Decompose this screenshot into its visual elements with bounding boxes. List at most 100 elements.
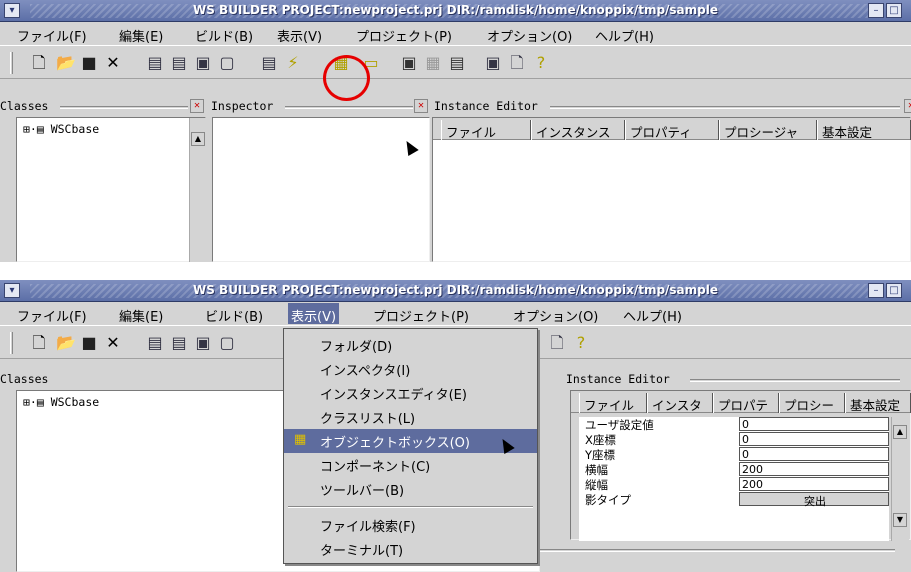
window-icon[interactable]: ▤ (146, 54, 164, 72)
property-row[interactable]: 横幅 200 (579, 462, 889, 477)
maximize-icon[interactable]: □ (886, 3, 902, 18)
instance-tabs: ファイル インスタンス プロパティ プロシージャ 基本設定 (433, 118, 911, 140)
property-value[interactable]: 200 (739, 462, 889, 476)
property-label: X座標 (585, 433, 616, 447)
build-icon[interactable]: ▤ (260, 54, 278, 72)
menu-edit[interactable]: 編集(E) (116, 26, 166, 45)
view-menu-item-class-list[interactable]: クラスリスト(L) (284, 405, 537, 429)
property-row[interactable]: X座標 0 (579, 432, 889, 447)
preview-icon[interactable]: 🗋 (508, 54, 526, 72)
property-value[interactable]: 200 (739, 477, 889, 491)
tab-property[interactable]: プロパティ (625, 120, 719, 140)
component-icon[interactable]: ▣ (400, 54, 418, 72)
save-icon[interactable]: ■ (80, 334, 98, 352)
help-icon[interactable]: ? (572, 334, 590, 352)
tab-basic-settings[interactable]: 基本設定 (845, 393, 911, 413)
new-file-icon[interactable]: 🗋 (30, 334, 48, 352)
close-icon[interactable]: ✕ (104, 54, 122, 72)
inspector-close-icon[interactable]: ✕ (414, 99, 428, 113)
property-row[interactable]: Y座標 0 (579, 447, 889, 462)
view-menu-item-toolbar[interactable]: ツールバー(B) (284, 477, 537, 501)
menu-edit[interactable]: 編集(E) (116, 306, 166, 325)
window-close-icon[interactable]: ▢ (218, 54, 236, 72)
view-menu-item-inspector[interactable]: インスペクタ(I) (284, 357, 537, 381)
menu-view[interactable]: 表示(V) (288, 303, 340, 325)
classes-scrollbar[interactable]: ▲ (189, 118, 206, 262)
title-bar[interactable]: ▾ WS BUILDER PROJECT:newproject.prj DIR:… (0, 280, 911, 302)
window-close-icon[interactable]: ▢ (218, 334, 236, 352)
instance-editor-header: Instance Editor (560, 372, 911, 388)
tab-property[interactable]: プロパテ (713, 393, 779, 413)
open-folder-icon[interactable]: 📂 (56, 54, 76, 72)
minimize-icon[interactable]: – (868, 283, 884, 298)
tree-item[interactable]: ⊞·▤ WSCbase (23, 395, 99, 409)
menu-project[interactable]: プロジェクト(P) (353, 26, 455, 45)
highlight-circle (323, 55, 370, 101)
classes-close-icon[interactable]: ✕ (190, 99, 204, 113)
menu-file[interactable]: ファイル(F) (14, 306, 90, 325)
tab-procedure[interactable]: プロシー (779, 393, 845, 413)
menu-build[interactable]: ビルド(B) (202, 306, 266, 325)
view-menu-item-component[interactable]: コンポーネント(C) (284, 453, 537, 477)
open-folder-icon[interactable]: 📂 (56, 334, 76, 352)
property-value[interactable]: 0 (739, 447, 889, 461)
help-icon[interactable]: ? (532, 54, 550, 72)
property-row[interactable]: 縦幅 200 (579, 477, 889, 492)
tab-file[interactable]: ファイル (579, 393, 647, 413)
menu-option[interactable]: オプション(O) (484, 26, 575, 45)
menu-separator (288, 506, 533, 508)
view-menu-item-file-search[interactable]: ファイル検索(F) (284, 513, 537, 537)
property-value[interactable]: 0 (739, 417, 889, 431)
component-disabled-icon[interactable]: ▦ (424, 54, 442, 72)
minimize-icon[interactable]: – (868, 3, 884, 18)
menu-file[interactable]: ファイル(F) (14, 26, 90, 45)
menu-bar: ファイル(F) 編集(E) ビルド(B) 表示(V) プロジェクト(P) オプシ… (0, 302, 911, 325)
property-value[interactable]: 突出 (739, 492, 889, 508)
menu-help[interactable]: ヘルプ(H) (620, 306, 685, 325)
instance-editor-close-icon[interactable]: ✕ (904, 99, 911, 113)
menu-help[interactable]: ヘルプ(H) (592, 26, 657, 45)
view-menu-item-label: オブジェクトボックス(O) (320, 436, 470, 451)
tab-instance[interactable]: インスタンス (531, 120, 625, 140)
inspector-pane (212, 117, 430, 262)
tab-basic-settings[interactable]: 基本設定 (817, 120, 911, 140)
new-file-icon[interactable]: 🗋 (30, 54, 48, 72)
tree-item[interactable]: ⊞·▤ WSCbase (23, 122, 99, 136)
menu-view[interactable]: 表示(V) (274, 26, 325, 45)
property-row[interactable]: 影タイプ 突出 (579, 492, 889, 508)
window-save-icon[interactable]: ▣ (194, 334, 212, 352)
list-icon[interactable]: ▤ (448, 54, 466, 72)
property-label: 影タイプ (585, 493, 631, 507)
menu-project[interactable]: プロジェクト(P) (370, 306, 472, 325)
preview-icon[interactable]: 🗋 (548, 334, 566, 352)
view-menu-item-folder[interactable]: フォルダ(D) (284, 333, 537, 357)
search-icon[interactable]: ▣ (484, 54, 502, 72)
tab-procedure[interactable]: プロシージャ (719, 120, 817, 140)
property-row[interactable]: ユーザ設定値 0 (579, 417, 889, 432)
inspector-header: Inspector ✕ (207, 99, 430, 115)
title-bar[interactable]: ▾ WS BUILDER PROJECT:newproject.prj DIR:… (0, 0, 911, 22)
maximize-icon[interactable]: □ (886, 283, 902, 298)
toolbar: 🗋 📂 ■ ✕ ▤ ▤ ▣ ▢ ▤ ⚡ ▦ ▭ ▣ ▦ ▤ ▣ 🗋 ? (0, 45, 911, 79)
tab-instance[interactable]: インスタ (647, 393, 713, 413)
property-label: ユーザ設定値 (585, 418, 654, 432)
instance-tabs: ファイル インスタ プロパテ プロシー 基本設定 (571, 391, 911, 413)
menu-option[interactable]: オプション(O) (510, 306, 601, 325)
view-menu-item-instance-editor[interactable]: インスタンスエディタ(E) (284, 381, 537, 405)
window-open-icon[interactable]: ▤ (170, 54, 188, 72)
window-open-icon[interactable]: ▤ (170, 334, 188, 352)
property-scrollbar[interactable]: ▲ ▼ (891, 417, 909, 541)
close-icon[interactable]: ✕ (104, 334, 122, 352)
classes-pane: ⊞·▤ WSCbase ▲ (16, 117, 206, 262)
window-title: WS BUILDER PROJECT:newproject.prj DIR:/r… (192, 3, 719, 17)
instance-editor-pane: ファイル インスタンス プロパティ プロシージャ 基本設定 (432, 117, 911, 262)
tree-item-label: WSCbase (50, 395, 100, 409)
window-icon[interactable]: ▤ (146, 334, 164, 352)
view-menu-item-terminal[interactable]: ターミナル(T) (284, 537, 537, 561)
tab-file[interactable]: ファイル (441, 120, 531, 140)
property-value[interactable]: 0 (739, 432, 889, 446)
menu-build[interactable]: ビルド(B) (192, 26, 256, 45)
window-save-icon[interactable]: ▣ (194, 54, 212, 72)
save-icon[interactable]: ■ (80, 54, 98, 72)
run-icon[interactable]: ⚡ (284, 54, 302, 72)
